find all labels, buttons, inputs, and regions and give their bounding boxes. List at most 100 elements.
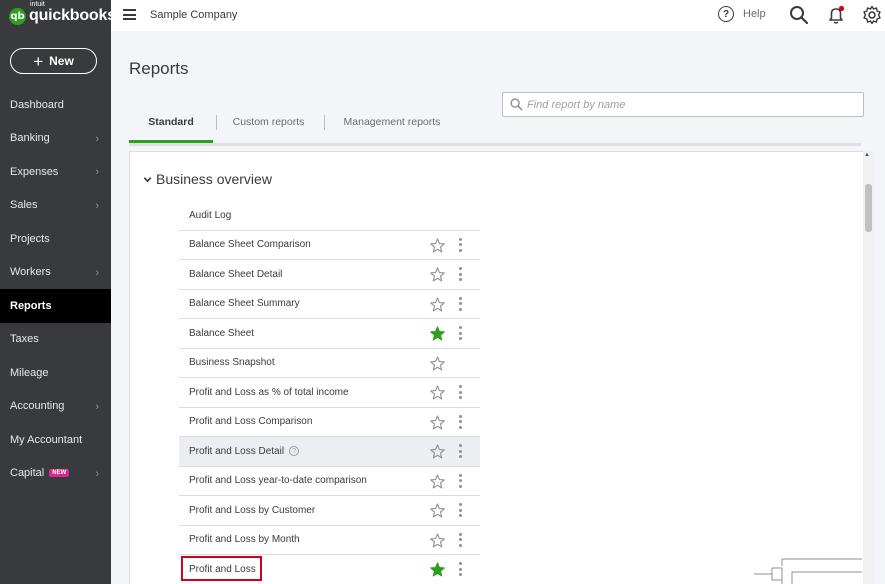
more-options-icon[interactable] [459,385,462,399]
chevron-right-icon: › [95,132,99,145]
plus-icon: + [33,51,44,71]
sidebar-item-dashboard[interactable]: Dashboard [0,88,111,122]
report-name-link[interactable]: Balance Sheet Comparison [189,239,311,250]
more-options-icon[interactable] [459,326,462,340]
report-row[interactable]: Balance Sheet Summary [179,290,480,319]
sidebar-item-capital[interactable]: Capital NEW › [0,457,111,491]
sidebar-nav: Dashboard Banking › Expenses › Sales › Projects… [0,88,111,490]
report-row[interactable]: Profit and Loss Detail? [179,437,480,467]
sidebar-item-workers[interactable]: Workers › [0,256,111,290]
more-options-icon[interactable] [459,562,462,576]
more-options-icon[interactable] [459,473,462,488]
tab-standard[interactable]: Standard [129,108,213,143]
more-options-icon[interactable] [459,503,462,517]
report-row[interactable]: Profit and Loss Comparison [179,408,480,437]
chevron-down-icon [143,176,152,182]
more-options-icon[interactable] [459,444,462,458]
report-name-link[interactable]: Profit and Loss Comparison [189,416,312,427]
help-icon: ? [718,6,734,22]
intuit-label: intuit [30,1,45,8]
sidebar-item-label: Banking [10,132,50,145]
report-list: Audit Log Balance Sheet Comparison Balance… [179,201,480,584]
report-name-link[interactable]: Balance Sheet [189,328,254,339]
page-title: Reports [129,59,189,78]
report-row[interactable]: Profit and Loss by Customer [179,496,480,526]
chevron-right-icon: › [95,266,99,279]
chevron-right-icon: › [95,467,99,480]
report-name-link[interactable]: Business Snapshot [189,357,275,368]
report-name-link[interactable]: Profit and Loss as % of total income [189,387,349,398]
sidebar-item-banking[interactable]: Banking › [0,122,111,156]
report-row[interactable]: Profit and Loss as % of total income [179,378,480,408]
sidebar-item-taxes[interactable]: Taxes [0,323,111,357]
settings-gear-icon[interactable] [862,5,882,25]
sidebar-item-label: Expenses [10,165,59,178]
chevron-right-icon: › [95,199,99,212]
report-name-link[interactable]: Profit and Loss by Month [189,534,300,545]
star-filled-icon[interactable] [430,562,445,577]
more-options-icon[interactable] [459,237,462,252]
new-button-label: New [49,54,74,68]
report-row[interactable]: Balance Sheet Detail [179,260,480,290]
help-label: Help [743,8,766,20]
report-row[interactable]: Profit and Loss year-to-date comparison [179,467,480,496]
report-tabs: Standard Custom reports Management repor… [129,108,861,145]
sidebar-item-my-accountant[interactable]: My Accountant [0,423,111,457]
more-options-icon[interactable] [459,296,462,311]
report-row[interactable]: Audit Log [179,201,480,231]
sidebar-item-label: Taxes [10,333,39,346]
more-options-icon[interactable] [459,532,462,547]
tab-separator [324,115,325,130]
section-business-overview[interactable]: Business overview [143,171,272,187]
star-outline-icon[interactable] [430,503,445,518]
report-name-link[interactable]: Audit Log [189,210,231,221]
highlight-box [181,556,262,581]
sidebar: qb intuit quickbooks + New Dashboard Bank… [0,0,116,584]
company-name: Sample Company [150,9,238,21]
report-name-link[interactable]: Profit and Loss year-to-date comparison [189,475,367,486]
tab-management-reports[interactable]: Management reports [334,108,450,143]
top-bar: Sample Company ? Help [111,0,885,31]
sidebar-item-label: Workers [10,266,51,279]
star-outline-icon[interactable] [430,473,445,489]
chevron-right-icon: › [95,400,99,413]
report-name-link[interactable]: Balance Sheet Summary [189,298,300,309]
sidebar-item-mileage[interactable]: Mileage [0,356,111,390]
hamburger-menu-icon[interactable] [123,9,136,20]
notification-bell-icon[interactable] [826,5,846,25]
tab-custom-reports[interactable]: Custom reports [224,108,313,143]
more-options-icon[interactable] [459,414,462,429]
sidebar-item-projects[interactable]: Projects [0,222,111,256]
report-row[interactable]: Profit and Loss by Month [179,526,480,555]
star-outline-icon[interactable] [430,532,445,548]
star-outline-icon[interactable] [430,414,445,430]
chevron-right-icon: › [95,166,99,178]
search-icon[interactable] [789,5,809,25]
help-button[interactable]: ? Help [718,6,766,22]
new-button[interactable]: + New [10,48,97,74]
report-row[interactable]: Balance Sheet [179,319,480,349]
help-circle-icon[interactable]: ? [289,446,300,457]
star-outline-icon[interactable] [430,385,445,400]
sidebar-item-accounting[interactable]: Accounting › [0,390,111,424]
report-name-link[interactable]: Profit and Loss Detail [189,446,284,457]
star-outline-icon[interactable] [430,267,445,282]
star-filled-icon[interactable] [430,326,445,341]
report-name-link[interactable]: Balance Sheet Detail [189,269,282,280]
scrollbar-thumb[interactable] [865,184,872,232]
qb-logo-icon: qb [9,7,26,25]
star-outline-icon[interactable] [430,237,445,253]
sidebar-item-reports[interactable]: Reports [0,289,111,323]
sidebar-item-expenses[interactable]: Expenses › [0,155,111,189]
report-row[interactable]: Business Snapshot [179,349,480,378]
report-row[interactable]: Balance Sheet Comparison [179,231,480,260]
scroll-up-arrow-icon[interactable]: ▲ [864,152,870,158]
star-outline-icon[interactable] [430,444,445,459]
more-options-icon[interactable] [459,267,462,281]
new-badge: NEW [49,469,70,478]
star-outline-icon[interactable] [430,355,445,371]
quickbooks-logo[interactable]: qb intuit quickbooks [9,1,116,26]
sidebar-item-sales[interactable]: Sales › [0,189,111,223]
report-name-link[interactable]: Profit and Loss by Customer [189,505,315,516]
star-outline-icon[interactable] [430,296,445,312]
